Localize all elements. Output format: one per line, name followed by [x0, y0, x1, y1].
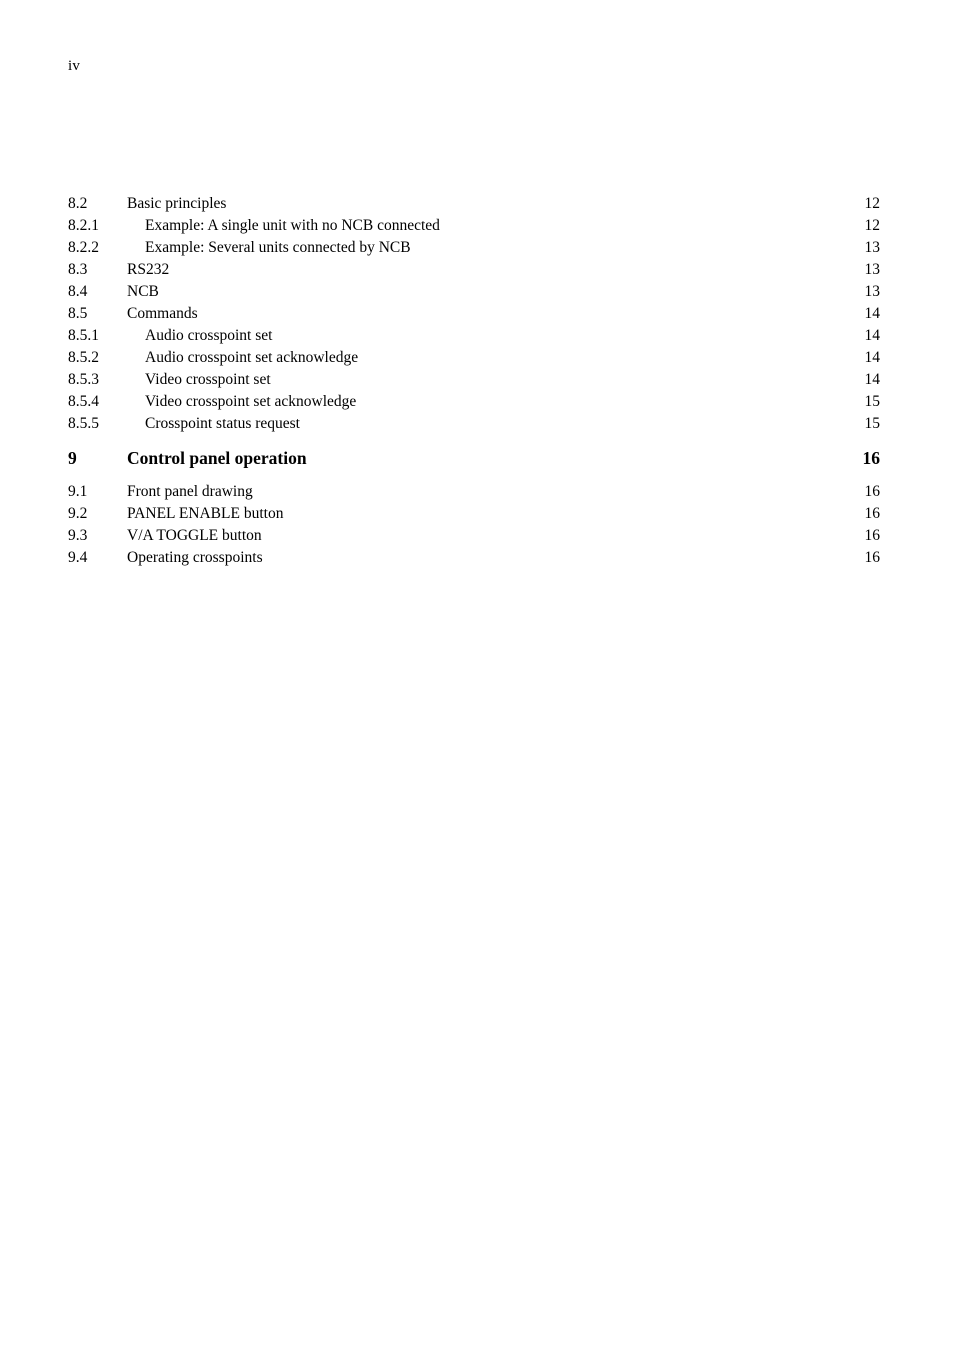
toc-row[interactable]: 8.5.3 Video crosspoint set 14: [68, 369, 880, 391]
toc-entry-number: 8.4: [68, 283, 88, 300]
toc-entry-title: Video crosspoint set: [145, 371, 271, 388]
toc-row[interactable]: 8.2.1 Example: A single unit with no NCB …: [68, 215, 880, 237]
toc-entry-title: Commands: [127, 305, 198, 322]
toc-entry-number: 9.4: [68, 549, 88, 566]
toc-entry-page-number: 15: [864, 415, 881, 432]
toc-row[interactable]: 8.3 RS232 13: [68, 259, 880, 281]
toc-entry-number: 9: [68, 448, 77, 468]
toc-entry-number: 9.3: [68, 527, 88, 544]
toc-entry-page-number: 16: [864, 549, 881, 566]
toc-entry-page-number: 14: [864, 305, 881, 322]
toc-entry-number: 8.2: [68, 195, 88, 212]
toc-entry-number: 9.1: [68, 483, 88, 500]
toc-entry-number: 8.5: [68, 305, 88, 322]
toc-entry-number: 8.2.1: [68, 217, 99, 234]
toc-entry-page-number: 15: [864, 393, 881, 410]
toc-entry-page-number: 14: [864, 371, 881, 388]
toc-row[interactable]: 8.5 Commands 14: [68, 303, 880, 325]
toc-entry-page-number: 16: [862, 448, 881, 468]
toc-entry-title: Video crosspoint set acknowledge: [145, 393, 357, 410]
toc-entry-title: Example: A single unit with no NCB conne…: [145, 217, 440, 234]
toc-entry-title: Example: Several units connected by NCB: [145, 239, 411, 256]
toc-entry-title: NCB: [127, 283, 159, 300]
toc-entry-number: 8.5.4: [68, 393, 99, 410]
toc-entry-page-number: 13: [864, 283, 881, 300]
toc-entry-number: 8.3: [68, 261, 88, 278]
toc-entry-title: PANEL ENABLE button: [127, 505, 284, 522]
toc-row[interactable]: 9.1 Front panel drawing 16: [68, 481, 880, 503]
toc-row[interactable]: 8.5.4 Video crosspoint set acknowledge 15: [68, 391, 880, 413]
toc-row[interactable]: 8.2.2 Example: Several units connected by…: [68, 237, 880, 259]
toc-entry-title: Front panel drawing: [127, 483, 253, 500]
table-of-contents: 8.2 Basic principles 12 8.2.1 Example: A sin…: [68, 193, 880, 569]
toc-entry-page-number: 16: [864, 483, 881, 500]
toc-entry-title: RS232: [127, 261, 170, 278]
toc-entry-number: 8.2.2: [68, 239, 99, 256]
toc-entry-title: Basic principles: [127, 195, 227, 212]
toc-entry-title: Audio crosspoint set: [145, 327, 273, 344]
toc-entry-title: Crosspoint status request: [145, 415, 300, 432]
toc-row[interactable]: 8.4 NCB 13: [68, 281, 880, 303]
page-folio: iv: [68, 58, 81, 74]
toc-row[interactable]: 8.5.2 Audio crosspoint set acknowledge 14: [68, 347, 880, 369]
toc-row[interactable]: 8.5.1 Audio crosspoint set 14: [68, 325, 880, 347]
toc-entry-page-number: 12: [864, 217, 881, 234]
toc-entry-page-number: 13: [864, 261, 881, 278]
toc-entry-page-number: 16: [864, 505, 881, 522]
toc-entry-title: V/A TOGGLE button: [127, 527, 262, 544]
toc-entry-page-number: 14: [864, 349, 881, 366]
document-page: iv 8.2 Basic principles 12 8.2.1 Example: A …: [0, 0, 954, 1351]
toc-entry-number: 9.2: [68, 505, 88, 522]
toc-chapter-row[interactable]: 9 Control panel operation 16: [68, 447, 880, 469]
toc-row[interactable]: 8.5.5 Crosspoint status request 15: [68, 413, 880, 435]
toc-entry-number: 8.5.1: [68, 327, 99, 344]
toc-row[interactable]: 9.2 PANEL ENABLE button 16: [68, 503, 880, 525]
toc-entry-page-number: 14: [864, 327, 881, 344]
toc-entry-title: Audio crosspoint set acknowledge: [145, 349, 359, 366]
toc-row[interactable]: 9.4 Operating crosspoints 16: [68, 547, 880, 569]
toc-entry-title: Operating crosspoints: [127, 549, 263, 566]
toc-entry-page-number: 16: [864, 527, 881, 544]
toc-row[interactable]: 9.3 V/A TOGGLE button 16: [68, 525, 880, 547]
toc-entry-number: 8.5.3: [68, 371, 99, 388]
toc-entry-page-number: 13: [864, 239, 881, 256]
toc-entry-page-number: 12: [864, 195, 881, 212]
toc-row[interactable]: 8.2 Basic principles 12: [68, 193, 880, 215]
toc-entry-title: Control panel operation: [127, 448, 307, 468]
toc-entry-number: 8.5.5: [68, 415, 99, 432]
toc-entry-number: 8.5.2: [68, 349, 99, 366]
